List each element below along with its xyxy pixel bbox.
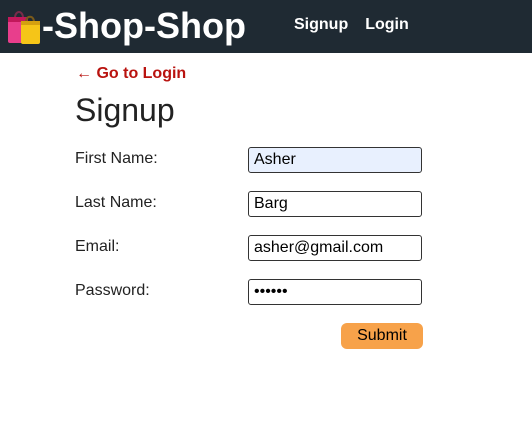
brand-text: -Shop-Shop bbox=[42, 5, 246, 46]
last-name-input[interactable] bbox=[248, 191, 422, 217]
password-label: Password: bbox=[75, 282, 150, 299]
submit-button[interactable]: Submit bbox=[341, 323, 423, 349]
shopping-bags-icon bbox=[8, 11, 40, 44]
first-name-input[interactable] bbox=[248, 147, 422, 173]
first-name-label: First Name: bbox=[75, 150, 158, 167]
nav-links: Signup Login bbox=[294, 16, 409, 34]
password-input[interactable] bbox=[248, 279, 422, 305]
navbar: -Shop-Shop Signup Login bbox=[0, 0, 532, 53]
email-label: Email: bbox=[75, 238, 120, 255]
email-input[interactable] bbox=[248, 235, 422, 261]
last-name-label: Last Name: bbox=[75, 194, 157, 211]
page-title: Signup bbox=[75, 92, 175, 128]
brand-logo[interactable]: -Shop-Shop bbox=[6, 4, 246, 48]
nav-signup-link[interactable]: Signup bbox=[294, 16, 348, 34]
nav-login-link[interactable]: Login bbox=[365, 16, 409, 34]
go-to-login-link[interactable]: ← Go to Login bbox=[76, 65, 186, 83]
